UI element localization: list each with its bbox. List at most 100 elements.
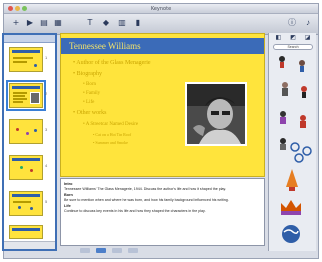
figure-clipart-icon[interactable] [277,81,293,97]
slide-thumbnail-3[interactable] [9,119,43,144]
lamp-clipart-icon[interactable] [283,167,301,193]
thumbnail-title-bar [12,158,40,161]
slide-navigator-footer [4,241,55,249]
clip-art-search-input[interactable]: Search [273,44,313,50]
bullet-4[interactable]: • Family [83,91,100,96]
author-photo[interactable] [185,82,247,146]
thumbnail-clipart [20,166,23,169]
slide-number: 2 [45,91,48,96]
thumbnail-title-bar [12,194,40,197]
view-controls [60,247,265,254]
view-icon: ▤ [40,18,48,27]
bullet-text: Cat on a Hot Tin Roof [95,132,132,137]
figure-clipart-icon[interactable] [275,109,291,125]
plus-icon: + [12,18,20,27]
thumbnail-text-line [13,98,27,100]
notes-paragraph: Intro Tennessee Williams' The Glass Menag… [64,182,261,191]
slide-number: 5 [45,199,48,204]
slide-navigator-header [4,35,55,43]
info-icon: ⓘ [288,18,296,27]
view-button-3[interactable] [112,248,122,253]
play-icon: ▶ [26,18,34,27]
figure-clipart-icon[interactable] [295,59,309,73]
view-button-4[interactable] [128,248,138,253]
thumbnail-clipart [30,207,33,210]
slide-thumbnail-2[interactable] [6,80,46,111]
thumbnail-clipart [26,132,29,135]
notes-text: Continue to discuss key events in his li… [64,208,206,213]
slide-canvas[interactable]: Tennessee Williams • Author of the Glass… [60,33,265,177]
clip-art-tabs: ◧ ◩ ◪ [271,34,315,43]
slide-number: 4 [45,163,48,168]
thumbnail-clipart [34,64,37,67]
table-button[interactable]: ▥ [116,17,128,28]
thumbnail-text-line [13,95,25,97]
figure-clipart-icon[interactable] [295,113,311,129]
bullet-2[interactable]: • Biography [73,71,102,77]
slide-thumbnail-4[interactable] [9,155,43,180]
bullet-6[interactable]: • Other works [73,110,106,116]
figure-clipart-icon[interactable] [297,85,311,99]
thumbnail-text-line [13,61,27,63]
notes-heading: Intro [64,182,73,186]
presenter-notes[interactable]: Intro Tennessee Williams' The Glass Menag… [60,178,265,246]
bullet-3[interactable]: • Born [83,82,96,87]
portrait-image [187,84,245,144]
shapes-button[interactable]: ◆ [100,17,112,28]
toolbar: + ▶ ▤ ▦ T ◆ ▥ ▮ ⓘ ♪ [4,14,318,35]
bullet-text: Other works [76,110,107,116]
masters-button[interactable]: ▦ [52,17,64,28]
text-box-button[interactable]: T [84,17,96,28]
bullet-text: Author of the Glass Menagerie [76,60,151,66]
chart-button[interactable]: ▮ [132,17,144,28]
clip-tab-icon[interactable]: ◩ [290,34,296,43]
thumbnail-title-bar [12,122,40,125]
new-slide-button[interactable]: + [10,17,22,28]
window-title: Keynote [150,6,172,12]
thumbnail-clipart [16,128,19,131]
bullet-9[interactable]: • Summer and Smoke [93,140,128,145]
notes-heading: Born [64,193,73,198]
thumbnail-title-bar [12,86,40,89]
diagram-clipart-icon[interactable] [289,141,315,163]
bullet-8[interactable]: • Cat on a Hot Tin Roof [93,132,131,137]
bullet-7[interactable]: • A Streetcar Named Desire [83,122,138,127]
slide-thumbnail-6[interactable] [9,225,43,239]
thumbnail-clipart [34,129,37,132]
bullet-text: Biography [76,71,102,77]
slide-number: 1 [45,55,48,60]
bullet-5[interactable]: • Life [83,100,94,105]
bullet-text: A Streetcar Named Desire [85,122,139,127]
bullet-text: Life [86,100,95,105]
bullet-1[interactable]: • Author of the Glass Menagerie [73,60,151,66]
thumbnail-text-line [13,101,23,103]
bullet-text: Summer and Smoke [95,140,128,145]
notes-text: Tennessee Williams' The Glass Menagerie,… [64,186,227,191]
thumbnail-text-line [13,57,33,59]
figure-clipart-icon[interactable] [275,55,289,69]
title-bar: Keynote [4,4,318,14]
slide-thumbnail-1[interactable] [9,47,43,72]
view-button[interactable]: ▤ [38,17,50,28]
bullet-text: Family [86,91,101,96]
slide-thumbnail-5[interactable] [9,191,43,216]
shapes-icon: ◆ [102,18,110,27]
masters-icon: ▦ [54,18,62,27]
view-button-2[interactable] [96,248,106,253]
slide-navigator: 1 2 3 4 5 [2,33,57,251]
clip-tab-icon[interactable]: ◪ [305,34,311,43]
view-button-1[interactable] [80,248,90,253]
slide-title[interactable]: Tennessee Williams [69,41,141,51]
table-icon: ▥ [118,18,126,27]
play-button[interactable]: ▶ [24,17,36,28]
text-icon: T [87,18,93,27]
notes-text: Be sure to mention when and where he was… [64,197,229,202]
inspector-button[interactable]: ⓘ [286,17,298,28]
media-button[interactable]: ♪ [302,17,314,28]
crown-clipart-icon[interactable] [279,197,303,217]
thumbnail-title-bar [12,228,40,231]
clip-tab-icon[interactable]: ◧ [275,34,281,43]
chart-icon: ▮ [135,18,141,27]
thumbnail-clipart [30,169,33,172]
globe-clipart-icon[interactable] [279,223,303,245]
